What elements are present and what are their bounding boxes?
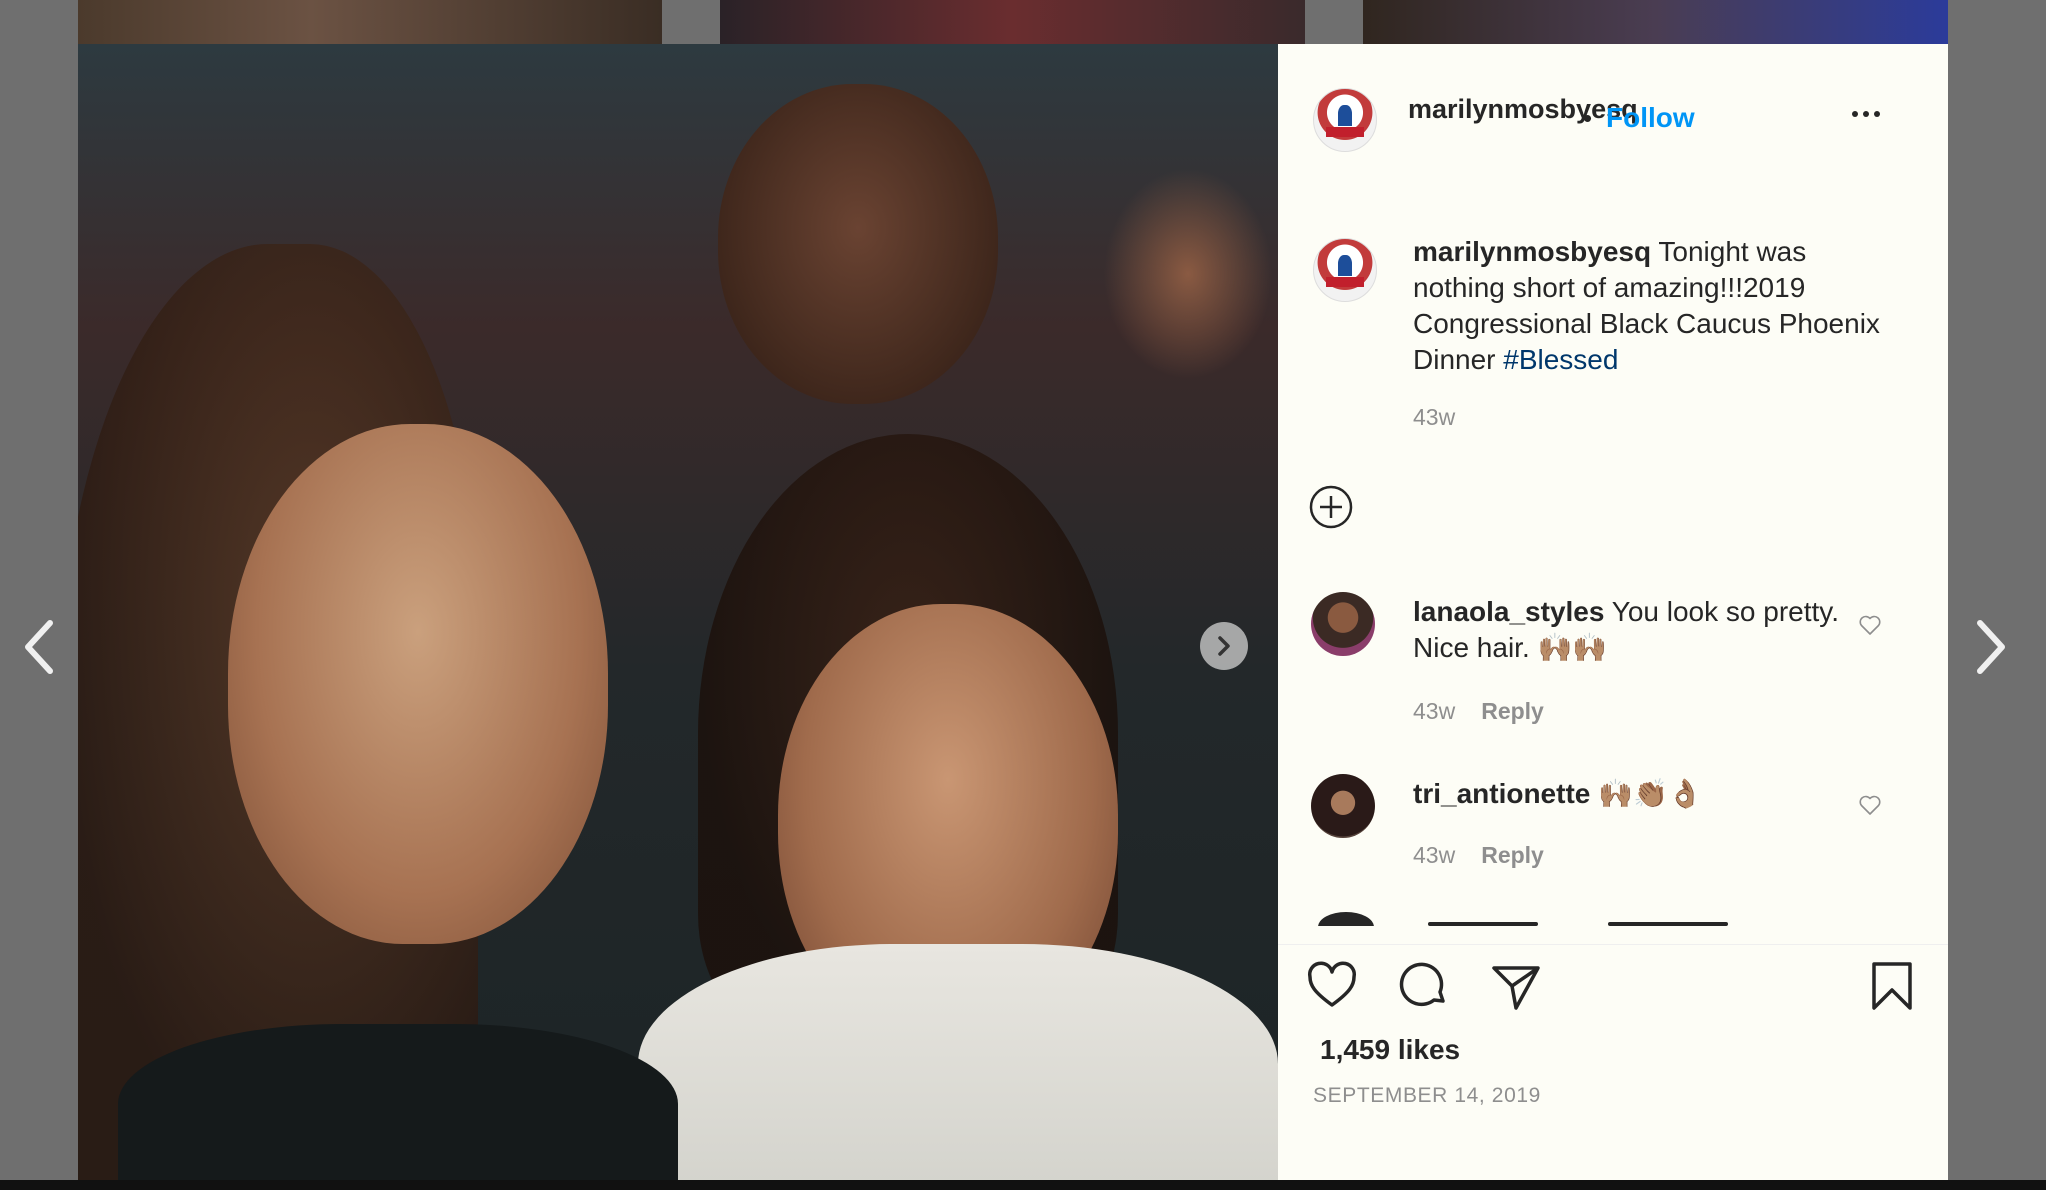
post-modal: marilynmosbyesq • Follow marilynmosbyesq…	[78, 44, 1948, 1181]
caption-timestamp[interactable]: 43w	[1413, 404, 1455, 431]
bottom-edge	[0, 1180, 2046, 1190]
background-post-thumb	[78, 0, 662, 44]
hashtag-link[interactable]: #Blessed	[1503, 344, 1618, 375]
next-comment-partial	[1278, 912, 1948, 926]
comment-avatar[interactable]	[1311, 774, 1375, 838]
bookmark-icon	[1872, 962, 1912, 1010]
save-button[interactable]	[1864, 958, 1920, 1014]
comment-text: 🙌🏽👏🏽👌🏽	[1590, 778, 1703, 809]
comment-meta: 43w Reply	[1413, 698, 1544, 725]
photo-subject	[228, 424, 608, 944]
comment-meta: 43w Reply	[1413, 842, 1544, 869]
carousel-next-icon	[1218, 636, 1230, 656]
previous-post-button[interactable]	[18, 615, 62, 679]
more-options-button[interactable]	[1846, 100, 1886, 128]
more-options-icon	[1852, 111, 1858, 117]
comment-icon	[1399, 962, 1445, 1007]
photo-subject	[638, 944, 1278, 1181]
heart-icon	[1307, 961, 1357, 1007]
comment-username[interactable]: tri_antionette	[1413, 778, 1590, 809]
follow-button[interactable]: Follow	[1606, 102, 1695, 134]
post-sidebar: marilynmosbyesq • Follow marilynmosbyesq…	[1278, 44, 1948, 1181]
comment-timestamp[interactable]: 43w	[1413, 842, 1455, 868]
background-post-thumb	[720, 0, 1305, 44]
caption-username[interactable]: marilynmosbyesq	[1413, 236, 1651, 267]
share-icon	[1492, 966, 1540, 1010]
comment-like-icon[interactable]	[1858, 794, 1882, 816]
photo-subject	[118, 1024, 678, 1181]
reply-button[interactable]: Reply	[1481, 698, 1544, 724]
avatar[interactable]	[1313, 88, 1377, 152]
comment-item: tri_antionette 🙌🏽👏🏽👌🏽	[1413, 776, 1853, 812]
photo-subject	[718, 84, 998, 404]
next-post-button[interactable]	[1968, 615, 2012, 679]
reply-button[interactable]: Reply	[1481, 842, 1544, 868]
post-date[interactable]: SEPTEMBER 14, 2019	[1313, 1084, 1541, 1108]
action-bar	[1278, 958, 1948, 1018]
post-photo[interactable]	[78, 44, 1278, 1181]
separator-dot: •	[1583, 103, 1593, 133]
add-icon	[1309, 485, 1353, 529]
comment-like-icon[interactable]	[1858, 614, 1882, 636]
carousel-next-button[interactable]	[1200, 622, 1248, 670]
comment-username[interactable]: lanaola_styles	[1413, 596, 1604, 627]
comment-button[interactable]	[1396, 958, 1452, 1014]
comment-timestamp[interactable]: 43w	[1413, 698, 1455, 724]
load-more-comments-button[interactable]	[1308, 484, 1353, 529]
chevron-left-icon	[25, 620, 53, 674]
caption-avatar[interactable]	[1313, 238, 1377, 302]
background-post-thumb	[1363, 0, 1948, 44]
comment-item: lanaola_styles You look so pretty. Nice …	[1413, 594, 1853, 666]
share-button[interactable]	[1488, 958, 1544, 1014]
likes-count[interactable]: 1,459 likes	[1320, 1034, 1460, 1066]
post-caption: marilynmosbyesq Tonight was nothing shor…	[1413, 234, 1893, 378]
username-link[interactable]: marilynmosbyesq	[1408, 94, 1638, 125]
like-button[interactable]	[1304, 958, 1360, 1014]
chevron-right-icon	[1977, 620, 2005, 674]
post-header: marilynmosbyesq • Follow	[1278, 44, 1948, 194]
divider	[1278, 944, 1948, 945]
comment-avatar[interactable]	[1311, 592, 1375, 656]
